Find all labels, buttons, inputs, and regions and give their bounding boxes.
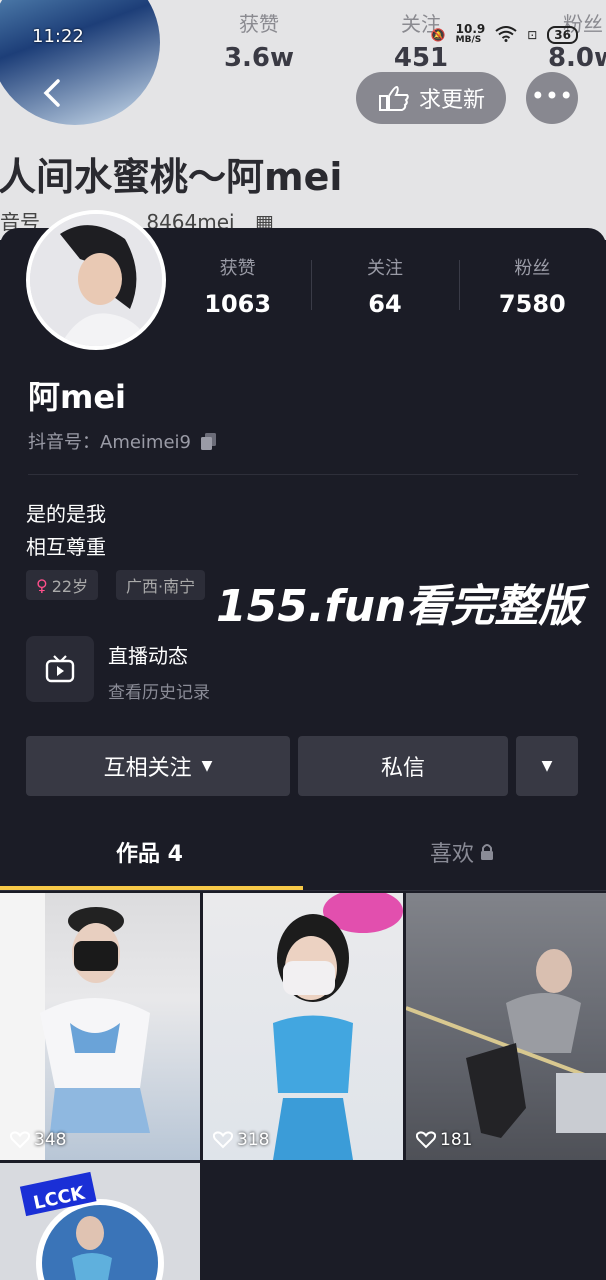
more-dropdown-button[interactable]: ▼ (516, 736, 578, 796)
stat-likes[interactable]: 获赞 1063 (164, 254, 311, 318)
douyin-id-row: 抖音号：Ameimei9 (28, 428, 219, 454)
watermark-overlay: 155.fun看完整版 (216, 581, 583, 632)
content-tabs: 作品 4 喜欢 (0, 836, 606, 890)
bio-line: 相互尊重 (26, 535, 106, 559)
ellipsis-icon: ••• (530, 82, 574, 110)
stat-value: 64 (368, 290, 402, 318)
stat-label: 关注 (366, 258, 403, 279)
heart-icon (416, 1131, 436, 1149)
video-thumbnail-image (0, 893, 150, 1160)
video-like-count: 348 (10, 1130, 66, 1150)
video-thumbnail[interactable]: 348 (0, 893, 200, 1160)
age-label: 22岁 (51, 577, 89, 596)
mute-icon: 🔕 (430, 28, 446, 42)
video-like-count: 318 (213, 1130, 269, 1150)
avatar-image (30, 214, 162, 346)
live-activity-title[interactable]: 直播动态 (108, 640, 188, 669)
tab-works[interactable]: 作品 4 (116, 836, 183, 868)
divider (28, 474, 578, 475)
stat-label: 粉丝 (514, 258, 551, 279)
network-speed: 10.9 MB/S (455, 22, 486, 46)
tab-likes-label: 喜欢 (430, 842, 475, 867)
douyin-id: 抖音号：Ameimei9 (28, 432, 191, 453)
mutual-follow-button[interactable]: 互相关注 ▼ (26, 736, 290, 796)
stat-following[interactable]: 关注 64 (311, 254, 458, 318)
request-update-button[interactable]: 求更新 (356, 72, 506, 124)
tab-divider (0, 890, 606, 891)
caret-down-icon: ▼ (541, 758, 553, 774)
screen-record-icon: ⊡ (527, 28, 538, 42)
profile-stats: 获赞 1063 关注 64 粉丝 7580 (164, 254, 606, 318)
video-thumbnail-image (273, 893, 403, 1160)
video-like-count: 181 (416, 1130, 472, 1150)
more-options-button[interactable]: ••• (526, 72, 578, 124)
tab-likes[interactable]: 喜欢 (430, 836, 494, 868)
bio-line: 是的是我 (26, 502, 106, 526)
profile-name: 阿mei (28, 378, 127, 416)
live-activity-icon-box[interactable] (26, 636, 94, 702)
heart-icon (10, 1131, 30, 1149)
video-thumbnail-image: LCCK (19, 1171, 164, 1280)
stat-value: 7580 (498, 290, 566, 318)
profile-bio: 是的是我 相互尊重 (26, 498, 106, 564)
heart-icon (213, 1131, 233, 1149)
battery-indicator: 36 (547, 26, 578, 44)
stat-label: 获赞 (219, 258, 256, 279)
hand-point-icon (378, 85, 409, 111)
status-icons: 🔕 10.9 MB/S ⊡ 36 (430, 22, 578, 46)
bg-profile-name: 人间水蜜桃～阿mei (0, 155, 343, 199)
copy-icon[interactable] (199, 431, 219, 451)
live-activity-subtitle[interactable]: 查看历史记录 (108, 678, 210, 703)
like-count-value: 348 (34, 1130, 67, 1150)
request-update-label: 求更新 (418, 88, 485, 113)
video-thumbnail[interactable]: LCCK (0, 1163, 200, 1280)
age-tag: ♀ 22岁 (26, 570, 99, 600)
like-count-value: 318 (237, 1130, 270, 1150)
status-time: 11:22 (32, 26, 84, 47)
caret-down-icon: ▼ (201, 758, 213, 774)
video-thumbnail[interactable]: 181 (406, 893, 606, 1160)
net-speed-unit: MB/S (455, 35, 482, 45)
chevron-left-icon (43, 79, 60, 107)
mutual-follow-label: 互相关注 (103, 756, 192, 781)
message-label: 私信 (380, 756, 425, 781)
location-label: 广西·南宁 (126, 577, 196, 596)
profile-avatar[interactable] (26, 210, 166, 350)
like-count-value: 181 (440, 1130, 473, 1150)
tv-icon (45, 655, 75, 683)
location-tag: 广西·南宁 (116, 570, 206, 600)
back-button[interactable] (34, 78, 70, 114)
video-thumbnail-image (406, 893, 606, 1160)
message-button[interactable]: 私信 (298, 736, 508, 796)
status-bar: 11:22 🔕 10.9 MB/S ⊡ 36 (0, 22, 606, 52)
wifi-icon (495, 25, 517, 45)
lock-icon (481, 844, 494, 860)
female-icon: ♀ (36, 575, 48, 595)
video-thumbnail[interactable]: 318 (203, 893, 403, 1160)
stat-fans[interactable]: 粉丝 7580 (458, 254, 606, 318)
background-avatar (0, 0, 160, 125)
stat-value: 1063 (204, 290, 272, 318)
net-speed-value: 10.9 (455, 22, 486, 36)
